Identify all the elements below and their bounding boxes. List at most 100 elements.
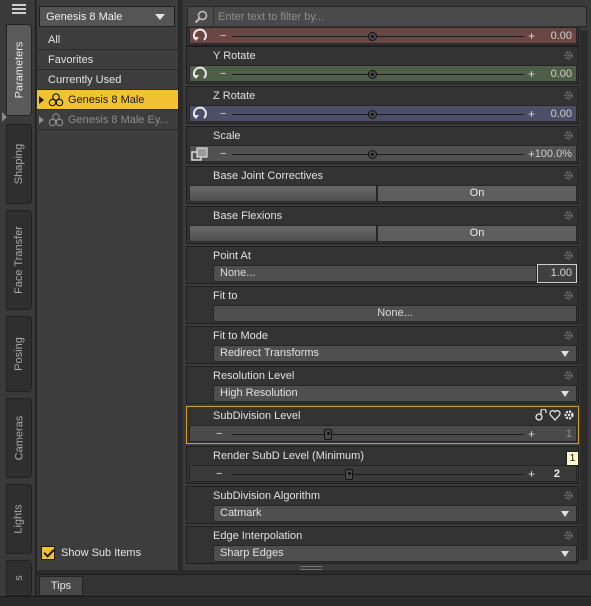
- slider-knob[interactable]: [324, 429, 333, 440]
- tab-lights[interactable]: Lights: [6, 484, 32, 554]
- show-sub-items-toggle[interactable]: Show Sub Items: [41, 546, 141, 560]
- toggle-off-side[interactable]: [189, 185, 377, 202]
- vertical-tab-strip: Parameters Shaping Face Transfer Posing …: [0, 0, 36, 606]
- increment-icon[interactable]: +: [528, 467, 535, 481]
- fit-to-node-button[interactable]: None...: [213, 305, 577, 322]
- subdivision-algorithm-dropdown[interactable]: Catmark: [213, 505, 577, 522]
- tab-posing[interactable]: Posing: [6, 316, 32, 392]
- increment-icon[interactable]: +: [528, 67, 535, 81]
- param-value[interactable]: 2: [554, 468, 560, 480]
- fit-to-mode-dropdown[interactable]: Redirect Transforms: [213, 345, 577, 362]
- menu-icon[interactable]: [12, 4, 26, 16]
- increment-icon[interactable]: +: [528, 29, 535, 43]
- decrement-icon[interactable]: −: [220, 68, 226, 80]
- filter-input[interactable]: [218, 8, 578, 25]
- toggle-off-side[interactable]: [189, 225, 377, 242]
- param-x-rotate: − + 0.00: [186, 26, 579, 46]
- slider-track[interactable]: [232, 474, 524, 475]
- slider-knob[interactable]: [368, 110, 378, 119]
- param-action-icons: [535, 409, 575, 421]
- base-flexions-toggle[interactable]: On: [377, 225, 577, 242]
- gear-icon[interactable]: [563, 490, 574, 501]
- subdivision-level-slider[interactable]: − + 1: [189, 425, 577, 442]
- param-value[interactable]: 0.00: [551, 68, 572, 80]
- tab-tips[interactable]: Tips: [39, 576, 83, 596]
- param-value[interactable]: 0.00: [551, 30, 572, 42]
- gear-icon[interactable]: [563, 530, 574, 541]
- list-item-label: Currently Used: [48, 73, 122, 86]
- slider-knob[interactable]: [368, 32, 378, 41]
- point-at-value-field[interactable]: 1.00: [537, 264, 577, 283]
- link-icon[interactable]: [535, 409, 547, 421]
- gear-icon[interactable]: [563, 330, 574, 341]
- gear-icon[interactable]: [563, 90, 574, 101]
- z-rotate-slider[interactable]: − + 0.00: [189, 105, 577, 122]
- base-joint-correctives-toggle[interactable]: On: [377, 185, 577, 202]
- slider-track[interactable]: [232, 114, 524, 115]
- y-rotate-slider[interactable]: − + 0.00: [189, 65, 577, 82]
- node-select-dropdown[interactable]: Genesis 8 Male: [39, 6, 175, 27]
- edge-interpolation-dropdown[interactable]: Sharp Edges: [213, 545, 577, 562]
- param-label: Render SubD Level (Minimum): [213, 450, 364, 462]
- gear-icon[interactable]: [563, 409, 575, 421]
- param-fit-to-mode: Fit to Mode Redirect Transforms: [186, 326, 579, 364]
- gear-icon[interactable]: [563, 250, 574, 261]
- collapse-arrow-icon[interactable]: [2, 112, 7, 122]
- slider-value-tooltip: 1: [566, 451, 579, 466]
- decrement-icon[interactable]: −: [220, 30, 226, 42]
- tab-face-transfer[interactable]: Face Transfer: [6, 210, 32, 310]
- param-label: Edge Interpolation: [213, 530, 303, 542]
- tab-more[interactable]: s: [6, 560, 32, 596]
- show-sub-items-checkbox[interactable]: [41, 546, 55, 560]
- heart-icon[interactable]: [549, 409, 561, 421]
- tab-cameras[interactable]: Cameras: [6, 398, 32, 478]
- filter-bar: [187, 6, 587, 27]
- param-value[interactable]: 100.0%: [535, 148, 572, 160]
- gear-icon[interactable]: [563, 170, 574, 181]
- gear-icon[interactable]: [563, 370, 574, 381]
- list-item-currently-used[interactable]: Currently Used: [37, 70, 178, 90]
- render-subd-level-slider[interactable]: − + 2: [189, 465, 577, 482]
- gear-icon[interactable]: [563, 210, 574, 221]
- gear-icon[interactable]: [563, 130, 574, 141]
- param-label: SubDivision Algorithm: [213, 490, 320, 502]
- rotate-icon: [189, 65, 211, 82]
- gear-icon[interactable]: [563, 50, 574, 61]
- search-icon[interactable]: [188, 7, 214, 26]
- x-rotate-slider[interactable]: − + 0.00: [189, 27, 577, 44]
- decrement-icon[interactable]: −: [216, 428, 222, 440]
- param-value[interactable]: 0.00: [551, 108, 572, 120]
- param-label: Base Joint Correctives: [213, 170, 324, 182]
- node-select-value: Genesis 8 Male: [46, 10, 123, 23]
- param-subdivision-level: SubDivision Level − + 1: [186, 406, 579, 444]
- scale-slider[interactable]: − + 100.0%: [189, 145, 577, 162]
- parameters-panel: − + 0.00 Y Rotate − + 0.00: [183, 0, 591, 570]
- decrement-icon[interactable]: −: [220, 108, 226, 120]
- slider-track[interactable]: [232, 154, 524, 155]
- increment-icon[interactable]: +: [528, 107, 535, 121]
- tab-parameters[interactable]: Parameters: [6, 24, 32, 116]
- gear-icon[interactable]: [563, 290, 574, 301]
- slider-knob[interactable]: [368, 70, 378, 79]
- chevron-down-icon: [561, 391, 569, 397]
- decrement-icon[interactable]: −: [216, 468, 222, 480]
- tab-shaping[interactable]: Shaping: [6, 124, 32, 204]
- parameters-scrollbar[interactable]: [580, 30, 588, 560]
- expand-arrow-icon[interactable]: [39, 95, 44, 104]
- slider-knob[interactable]: [368, 150, 378, 159]
- panel-splitter-handle[interactable]: [300, 566, 322, 570]
- resolution-level-dropdown[interactable]: High Resolution: [213, 385, 577, 402]
- expand-arrow-icon[interactable]: [39, 115, 44, 124]
- slider-track[interactable]: [232, 36, 524, 37]
- param-value[interactable]: 1: [566, 428, 572, 440]
- increment-icon[interactable]: +: [528, 427, 535, 441]
- list-item-genesis-8-male-eyelashes[interactable]: Genesis 8 Male Ey...: [37, 110, 178, 130]
- point-at-node-button[interactable]: None...: [213, 265, 537, 282]
- decrement-icon[interactable]: −: [220, 148, 226, 160]
- list-item-favorites[interactable]: Favorites: [37, 50, 178, 70]
- list-item-all[interactable]: All: [37, 30, 178, 50]
- slider-knob[interactable]: [344, 469, 353, 480]
- slider-track[interactable]: [232, 434, 524, 435]
- list-item-genesis-8-male[interactable]: Genesis 8 Male: [37, 90, 178, 110]
- slider-track[interactable]: [232, 74, 524, 75]
